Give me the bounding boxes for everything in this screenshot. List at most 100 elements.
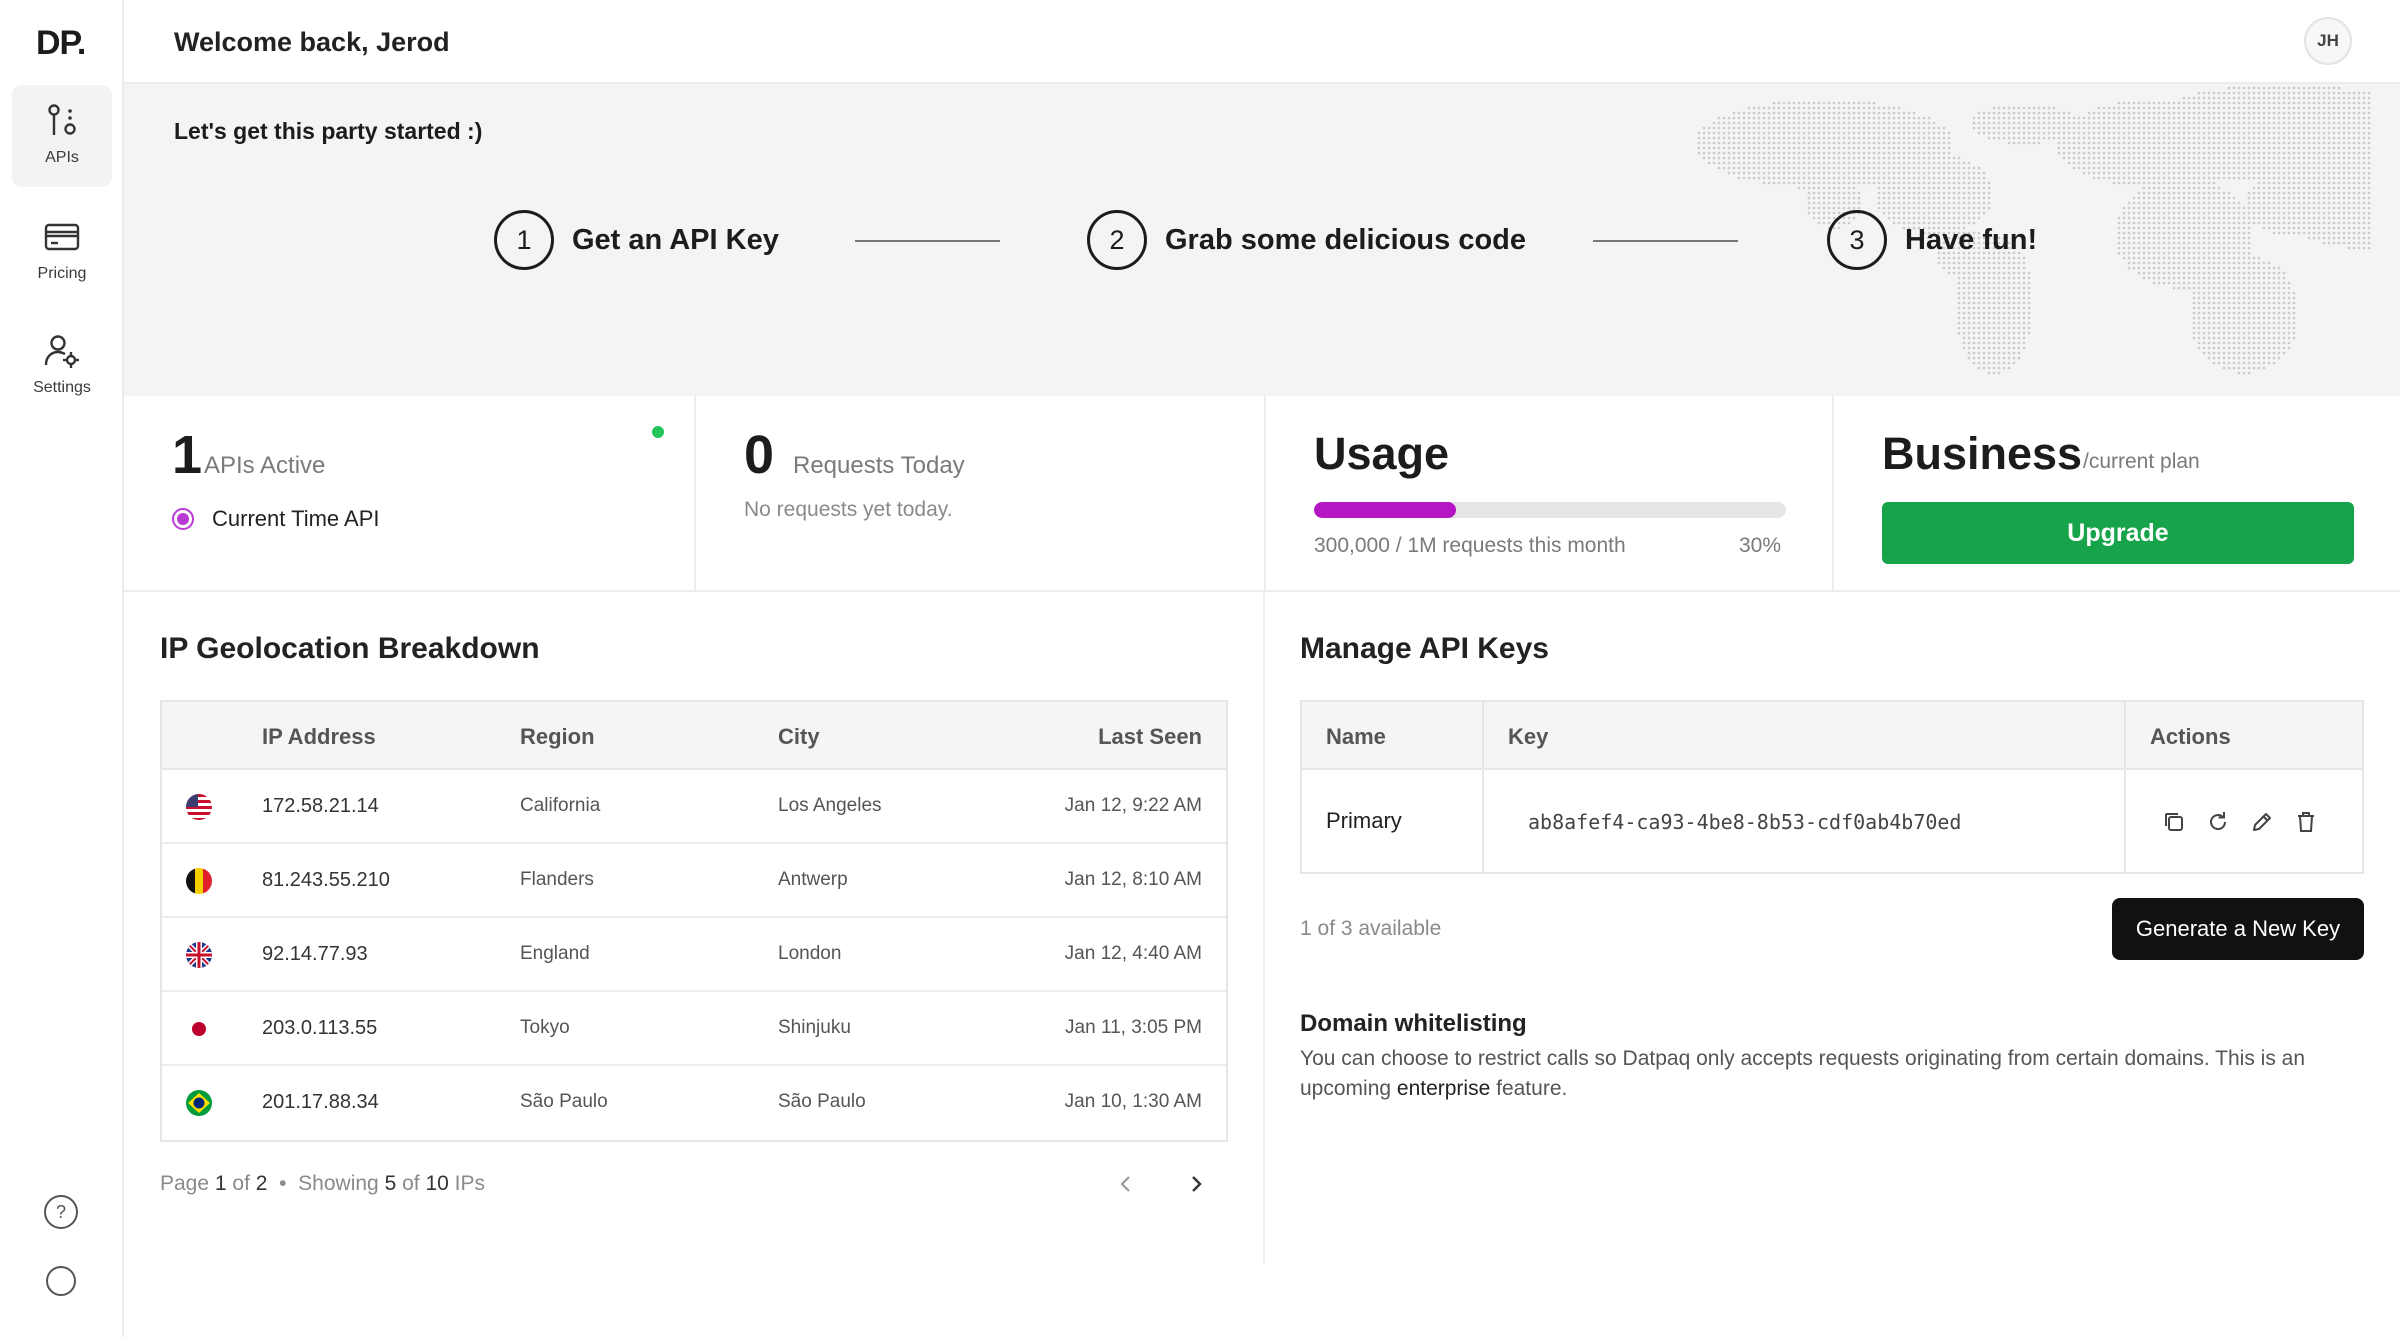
theme-toggle-icon[interactable] [42, 1262, 80, 1300]
map-dot [2027, 111, 2031, 115]
help-icon[interactable]: ? [42, 1193, 80, 1231]
map-dot [1847, 141, 1851, 145]
map-dot [2207, 331, 2211, 335]
map-dot [1982, 191, 1986, 195]
map-dot [2277, 326, 2281, 330]
map-dot [2187, 246, 2191, 250]
map-dot [2157, 106, 2161, 110]
map-dot [1862, 111, 1866, 115]
map-dot [2202, 306, 2206, 310]
map-dot [2237, 371, 2241, 375]
sidebar-item-apis[interactable]: APIs [12, 85, 112, 187]
map-dot [2327, 126, 2331, 130]
refresh-icon[interactable] [2204, 808, 2232, 836]
map-dot [2262, 331, 2266, 335]
map-dot [2167, 186, 2171, 190]
next-page-button[interactable] [1180, 1168, 1212, 1200]
avatar[interactable]: JH [2304, 17, 2352, 65]
map-dot [2317, 111, 2321, 115]
col-header-ip[interactable]: IP Address [262, 724, 376, 750]
logo[interactable]: DP. [36, 24, 86, 63]
hero-title: Let's get this party started :) [174, 118, 483, 144]
map-dot [2327, 226, 2331, 230]
map-dot [2122, 256, 2126, 260]
map-dot [2092, 126, 2096, 130]
map-dot [1852, 146, 1856, 150]
map-dot [2227, 101, 2231, 105]
map-dot [2227, 296, 2231, 300]
map-dot [2237, 116, 2241, 120]
map-dot [1702, 141, 1706, 145]
map-dot [2242, 306, 2246, 310]
map-dot [2242, 211, 2246, 215]
map-dot [2237, 236, 2241, 240]
sidebar-item-pricing[interactable]: Pricing [12, 201, 112, 303]
map-dot [2187, 121, 2191, 125]
col-header-city[interactable]: City [778, 724, 820, 750]
upgrade-button[interactable]: Upgrade [1882, 502, 2354, 564]
map-dot [1832, 191, 1836, 195]
sidebar-item-settings[interactable]: Settings [12, 315, 112, 417]
map-dot [2127, 161, 2131, 165]
map-dot [2127, 176, 2131, 180]
api-key-value[interactable]: ab8afef4-ca93-4be8-8b53-cdf0ab4b70ed [1528, 810, 1961, 834]
map-dot [2232, 101, 2236, 105]
map-dot [1872, 126, 1876, 130]
map-dot [1892, 181, 1896, 185]
map-dot [2357, 106, 2361, 110]
map-dot [2352, 206, 2356, 210]
table-row[interactable]: 201.17.88.34 São Paulo São Paulo Jan 10,… [162, 1066, 1226, 1140]
edit-icon[interactable] [2248, 808, 2276, 836]
prev-page-button[interactable] [1110, 1168, 1142, 1200]
map-dot [2207, 321, 2211, 325]
map-dot [2022, 276, 2026, 280]
copy-icon[interactable] [2160, 808, 2188, 836]
map-dot [2062, 121, 2066, 125]
col-header-last-seen[interactable]: Last Seen [1098, 724, 1202, 750]
map-dot [2187, 276, 2191, 280]
map-dot [2202, 331, 2206, 335]
map-dot [1872, 131, 1876, 135]
map-dot [1972, 181, 1976, 185]
map-dot [2192, 321, 2196, 325]
map-dot [2267, 86, 2271, 90]
map-dot [2157, 111, 2161, 115]
map-dot [2312, 166, 2316, 170]
api-list-item[interactable]: Current Time API [172, 506, 380, 532]
map-dot [2117, 166, 2121, 170]
map-dot [2362, 186, 2366, 190]
map-dot [2232, 206, 2236, 210]
map-dot [2352, 136, 2356, 140]
map-dot [2042, 106, 2046, 110]
map-dot [2292, 201, 2296, 205]
map-dot [2122, 251, 2126, 255]
map-dot [2347, 131, 2351, 135]
delete-icon[interactable] [2292, 808, 2320, 836]
map-dot [1922, 141, 1926, 145]
table-row[interactable]: 81.243.55.210 Flanders Antwerp Jan 12, 8… [162, 844, 1226, 918]
generate-key-button[interactable]: Generate a New Key [2112, 898, 2364, 960]
table-row[interactable]: 203.0.113.55 Tokyo Shinjuku Jan 11, 3:05… [162, 992, 1226, 1066]
map-dot [2192, 101, 2196, 105]
table-row[interactable]: 92.14.77.93 England London Jan 12, 4:40 … [162, 918, 1226, 992]
map-dot [2117, 246, 2121, 250]
map-dot [2247, 91, 2251, 95]
map-dot [1987, 121, 1991, 125]
map-dot [2217, 216, 2221, 220]
map-dot [2257, 291, 2261, 295]
api-radio-icon[interactable] [172, 508, 194, 530]
map-dot [1932, 201, 1936, 205]
map-dot [2262, 161, 2266, 165]
map-dot [2237, 346, 2241, 350]
table-row[interactable]: 172.58.21.14 California Los Angeles Jan … [162, 770, 1226, 844]
map-dot [2312, 231, 2316, 235]
col-header-region[interactable]: Region [520, 724, 595, 750]
map-dot [2267, 306, 2271, 310]
map-dot [2207, 136, 2211, 140]
map-dot [2007, 116, 2011, 120]
map-dot [1857, 191, 1861, 195]
map-dot [2332, 91, 2336, 95]
map-dot [2282, 271, 2286, 275]
map-dot [1977, 346, 1981, 350]
map-dot [2197, 251, 2201, 255]
